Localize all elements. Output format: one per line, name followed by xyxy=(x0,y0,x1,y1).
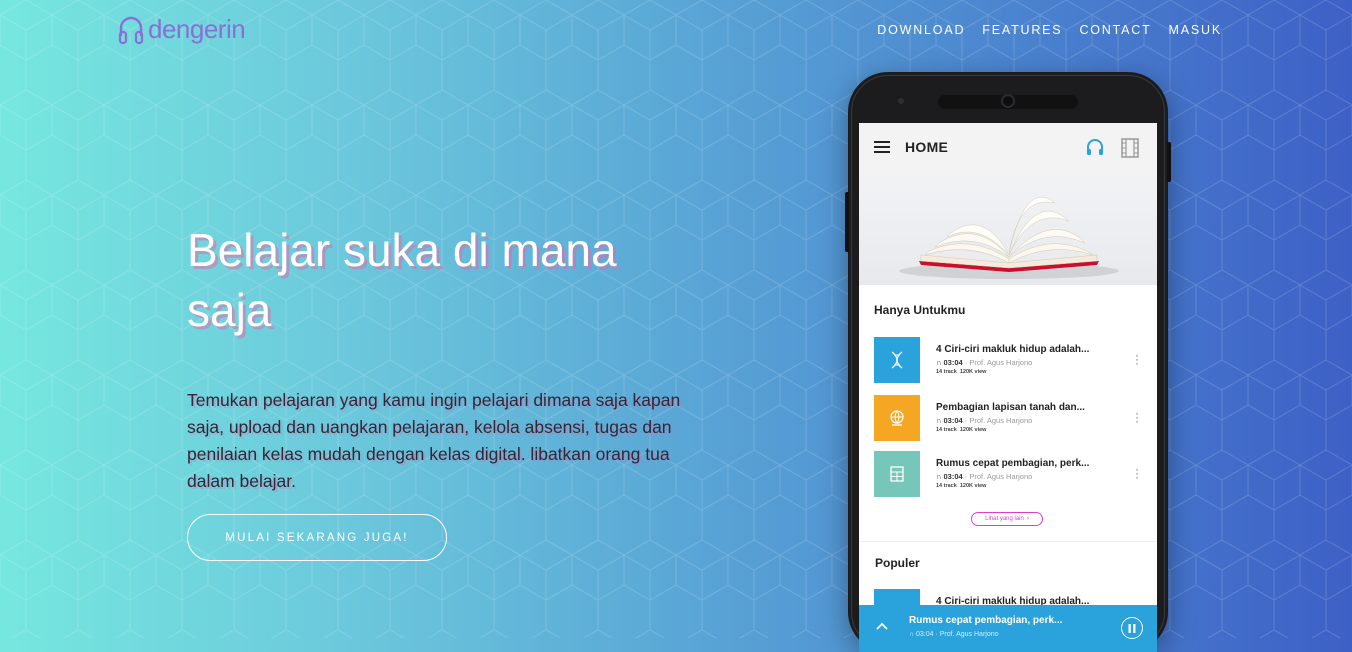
more-options-icon[interactable]: ··· xyxy=(1134,407,1140,427)
headphones-small-icon: ∩ xyxy=(936,472,942,481)
open-book-illustration xyxy=(899,197,1119,279)
item-tracks: 14 track xyxy=(936,427,957,433)
item-duration: 03:04 xyxy=(943,416,963,425)
app-header: HOME xyxy=(859,123,1157,173)
item-author: Prof. Agus Harjono xyxy=(969,472,1033,481)
app-screen: HOME Hanya Untukmu 4 Ciri-ciri makluk hi… xyxy=(859,123,1157,652)
item-views: 120K view xyxy=(959,427,987,433)
item-meta: ∩ 03:04 · Prof. Agus Harjono xyxy=(936,358,1033,367)
headphones-logo-icon xyxy=(118,16,144,44)
item-title: Pembagian lapisan tanah dan... xyxy=(936,402,1085,413)
item-thumbnail xyxy=(874,337,920,383)
calculator-icon xyxy=(890,466,904,482)
nav-login-link[interactable]: MASUK xyxy=(1169,23,1222,37)
see-more-label: Lihat yang lain xyxy=(985,516,1024,522)
brand-name: dengerin xyxy=(148,14,246,44)
top-nav: dengerin DOWNLOAD FEATURES CONTACT MASUK xyxy=(0,0,1352,60)
book-banner-image xyxy=(859,173,1157,285)
mini-player[interactable]: Rumus cepat pembagian, perk... ∩ 03:04 ·… xyxy=(859,605,1157,652)
phone-sensor xyxy=(898,98,904,104)
player-author: Prof. Agus Harjono xyxy=(939,631,999,638)
item-stats: 14 track 120K view xyxy=(936,483,986,489)
item-stats: 14 track 120K view xyxy=(936,427,986,433)
player-meta: ∩ 03:04 · Prof. Agus Harjono xyxy=(909,631,999,638)
item-author: Prof. Agus Harjono xyxy=(969,416,1033,425)
item-tracks: 14 track xyxy=(936,483,957,489)
more-options-icon[interactable]: ··· xyxy=(1134,349,1140,369)
nav-download-link[interactable]: DOWNLOAD xyxy=(877,23,965,37)
nav-features-link[interactable]: FEATURES xyxy=(982,23,1062,37)
headphones-small-icon: ∩ xyxy=(936,416,942,425)
hero-description: Temukan pelajaran yang kamu ingin pelaja… xyxy=(187,390,681,491)
pause-icon xyxy=(1128,623,1136,633)
item-duration: 03:04 xyxy=(943,358,963,367)
item-title: Rumus cepat pembagian, perk... xyxy=(936,458,1090,469)
item-meta: ∩ 03:04 · Prof. Agus Harjono xyxy=(936,472,1033,481)
item-stats: 14 track 120K view xyxy=(936,369,986,375)
chevron-right-icon: › xyxy=(1026,516,1029,522)
menu-icon[interactable] xyxy=(874,141,890,153)
section-title-popular: Populer xyxy=(875,556,920,570)
section-title-for-you: Hanya Untukmu xyxy=(874,303,966,317)
brand-logo[interactable]: dengerin xyxy=(118,14,246,45)
item-meta: ∩ 03:04 · Prof. Agus Harjono xyxy=(936,416,1033,425)
list-item[interactable]: Rumus cepat pembagian, perk... ∩ 03:04 ·… xyxy=(874,451,1144,497)
globe-icon xyxy=(890,410,904,426)
list-item[interactable]: Pembagian lapisan tanah dan... ∩ 03:04 ·… xyxy=(874,395,1144,441)
dna-icon xyxy=(891,351,903,369)
phone-side-button xyxy=(1167,142,1171,182)
app-header-title: HOME xyxy=(905,139,949,155)
see-more-button[interactable]: Lihat yang lain › xyxy=(971,512,1043,526)
film-icon[interactable] xyxy=(1121,138,1139,158)
section-divider xyxy=(859,541,1157,542)
item-thumbnail xyxy=(874,451,920,497)
item-duration: 03:04 xyxy=(943,472,963,481)
chevron-up-icon[interactable] xyxy=(875,621,889,631)
nav-contact-link[interactable]: CONTACT xyxy=(1079,23,1151,37)
more-options-icon[interactable]: ··· xyxy=(1134,463,1140,483)
item-title: 4 Ciri-ciri makluk hidup adalah... xyxy=(936,344,1090,355)
phone-side-button xyxy=(845,192,849,252)
headphones-small-icon: ∩ xyxy=(909,631,915,638)
player-duration: 03:04 xyxy=(915,631,934,638)
hero-title: Belajar suka di mana saja xyxy=(187,224,617,336)
headphones-icon[interactable] xyxy=(1085,137,1105,157)
item-views: 120K view xyxy=(959,483,987,489)
list-item[interactable]: 4 Ciri-ciri makluk hidup adalah... ∩ 03:… xyxy=(874,337,1144,383)
phone-mockup: HOME Hanya Untukmu 4 Ciri-ciri makluk hi… xyxy=(845,72,1171,652)
pause-button[interactable] xyxy=(1121,617,1143,639)
item-views: 120K view xyxy=(959,369,987,375)
phone-camera xyxy=(1001,94,1015,108)
start-now-button[interactable]: MULAI SEKARANG JUGA! xyxy=(187,514,447,561)
item-tracks: 14 track xyxy=(936,369,957,375)
headphones-small-icon: ∩ xyxy=(936,358,942,367)
main-menu: DOWNLOAD FEATURES CONTACT MASUK xyxy=(877,23,1222,37)
item-thumbnail xyxy=(874,395,920,441)
item-author: Prof. Agus Harjono xyxy=(969,358,1033,367)
player-title: Rumus cepat pembagian, perk... xyxy=(909,615,1063,626)
